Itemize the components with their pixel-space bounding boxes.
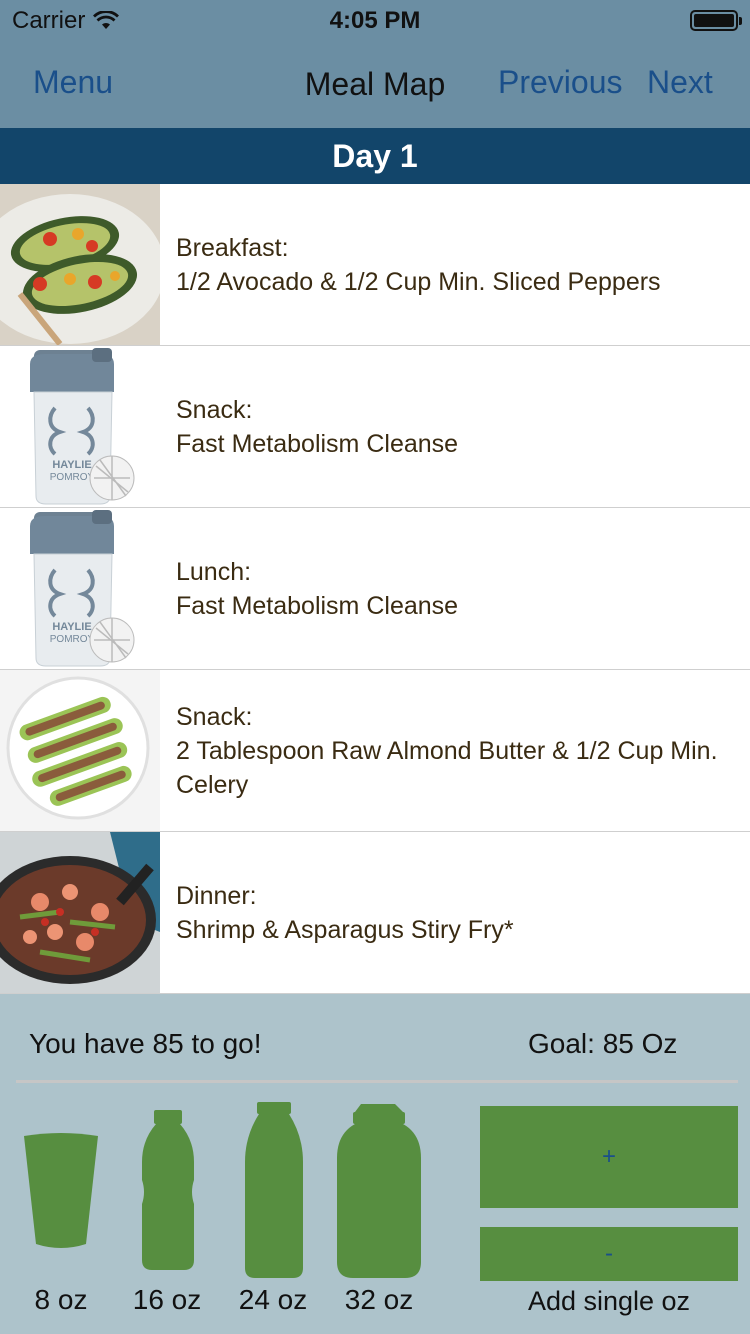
meal-text: Dinner: Shrimp & Asparagus Stiry Fry*	[176, 879, 730, 947]
container-label-8oz: 8 oz	[34, 1284, 88, 1315]
meal-row-snack[interactable]: HAYLIE POMROY Snack: Fast Metabolism Cle…	[0, 346, 750, 508]
stuffed-avocado-photo	[0, 184, 160, 345]
meal-text: Snack: Fast Metabolism Cleanse	[176, 393, 730, 461]
meal-text: Lunch: Fast Metabolism Cleanse	[176, 555, 730, 623]
svg-text:POMROY: POMROY	[50, 472, 95, 483]
meal-row-lunch[interactable]: HAYLIE POMROY Lunch: Fast Metabolism Cle…	[0, 508, 750, 670]
battery-icon	[690, 10, 742, 31]
meal-description: 2 Tablespoon Raw Almond Butter & 1/2 Cup…	[176, 736, 718, 799]
shaker-bottle-photo: HAYLIE POMROY	[0, 508, 160, 669]
meal-text: Snack: 2 Tablespoon Raw Almond Butter & …	[176, 700, 730, 802]
jug-icon	[337, 1104, 421, 1278]
celery-almond-butter-photo	[0, 670, 160, 831]
navigation-bar: Menu Meal Map Previous Next	[0, 40, 750, 128]
meal-row-snack-2[interactable]: Snack: 2 Tablespoon Raw Almond Butter & …	[0, 670, 750, 832]
small-bottle-icon	[142, 1110, 194, 1270]
day-header: Day 1	[0, 128, 750, 184]
remove-oz-button[interactable]: -	[480, 1227, 738, 1281]
glass-icon	[24, 1133, 98, 1248]
meal-label: Breakfast:	[176, 233, 289, 262]
page-title: Meal Map	[304, 66, 446, 102]
meal-description: Fast Metabolism Cleanse	[176, 429, 459, 458]
meal-label: Lunch:	[176, 557, 252, 586]
divider	[16, 1080, 738, 1083]
add-8oz-button[interactable]	[22, 1132, 100, 1257]
add-24oz-button[interactable]	[243, 1102, 305, 1285]
meal-list: Breakfast: 1/2 Avocado & 1/2 Cup Min. Sl…	[0, 184, 750, 994]
status-time: 4:05 PM	[329, 7, 421, 34]
status-bar: Carrier 4:05 PM	[0, 0, 750, 40]
meal-row-dinner[interactable]: Dinner: Shrimp & Asparagus Stiry Fry*	[0, 832, 750, 994]
shrimp-stir-fry-photo	[0, 832, 160, 993]
svg-text:HAYLIE: HAYLIE	[52, 621, 91, 633]
container-label-16oz: 16 oz	[132, 1284, 202, 1315]
container-label-32oz: 32 oz	[344, 1284, 414, 1315]
meal-label: Snack:	[176, 395, 253, 424]
top-bar: Carrier 4:05 PM Menu Meal Map Previous N…	[0, 0, 750, 128]
meal-row-breakfast[interactable]: Breakfast: 1/2 Avocado & 1/2 Cup Min. Sl…	[0, 184, 750, 346]
svg-text:HAYLIE: HAYLIE	[52, 459, 91, 471]
svg-text:POMROY: POMROY	[50, 634, 95, 645]
add-32oz-button[interactable]	[335, 1102, 423, 1285]
bottle-icon	[245, 1102, 303, 1278]
container-label-24oz: 24 oz	[238, 1284, 308, 1315]
meal-description: 1/2 Avocado & 1/2 Cup Min. Sliced Pepper…	[176, 267, 661, 296]
meal-text: Breakfast: 1/2 Avocado & 1/2 Cup Min. Sl…	[176, 231, 730, 299]
water-remaining: You have 85 to go!	[29, 1028, 262, 1059]
water-tracker: You have 85 to go! Goal: 85 Oz 8 oz 16 o…	[0, 994, 750, 1334]
add-oz-button[interactable]: +	[480, 1106, 738, 1208]
meal-label: Dinner:	[176, 881, 257, 910]
next-button[interactable]: Next	[647, 64, 713, 101]
meal-description: Fast Metabolism Cleanse	[176, 591, 459, 620]
add-single-oz-label: Add single oz	[527, 1286, 691, 1316]
water-goal: Goal: 85 Oz	[528, 1028, 678, 1059]
meal-description: Shrimp & Asparagus Stiry Fry*	[176, 915, 514, 944]
add-16oz-button[interactable]	[140, 1110, 196, 1277]
shaker-bottle-photo: HAYLIE POMROY	[0, 346, 160, 507]
previous-button[interactable]: Previous	[498, 64, 623, 101]
meal-label: Snack:	[176, 702, 253, 731]
